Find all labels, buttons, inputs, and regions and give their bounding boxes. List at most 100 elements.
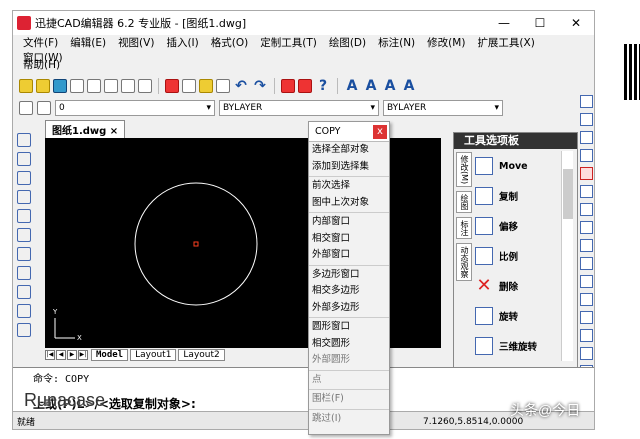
tool-3d-rotate[interactable]: 三维旋转 [475, 331, 561, 361]
line-icon[interactable] [17, 133, 31, 147]
array-icon[interactable] [580, 203, 593, 216]
stretch-icon[interactable] [580, 257, 593, 270]
menu-item-fence[interactable]: 围栏(F) [309, 391, 389, 408]
scale-small-icon[interactable] [580, 239, 593, 252]
paste-icon[interactable] [199, 79, 213, 93]
next-layout-icon[interactable]: ▶ [67, 350, 77, 360]
lineweight-dropdown[interactable]: BYLAYER ▾ [383, 100, 503, 116]
print-icon[interactable] [70, 79, 84, 93]
linetype-dropdown[interactable]: BYLAYER ▾ [219, 100, 379, 116]
menu-item-last-object[interactable]: 图中上次对象 [309, 195, 389, 212]
menu-item-polygon-outside[interactable]: 外部多边形 [309, 300, 389, 317]
delete-icon[interactable] [281, 79, 295, 93]
palette-tab-draw[interactable]: 绘图 [456, 191, 472, 214]
palette-tab-orbit[interactable]: 动态观察 [456, 243, 472, 282]
tool-rotate[interactable]: 旋转 [475, 301, 561, 331]
print-preview-icon[interactable] [87, 79, 101, 93]
extend-icon[interactable] [580, 293, 593, 306]
binoculars-icon[interactable] [138, 79, 152, 93]
menu-item-polygon-crossing[interactable]: 相交多边形 [309, 283, 389, 300]
tool-scale[interactable]: 比例 [475, 241, 561, 271]
scroll-thumb[interactable] [563, 169, 573, 219]
tab-layout2[interactable]: Layout2 [178, 349, 225, 361]
text-style-icon[interactable]: A [344, 78, 360, 94]
xline-icon[interactable] [17, 171, 31, 185]
palette-tab-modify[interactable]: 修改(M) [456, 152, 472, 188]
undo-icon[interactable]: ↶ [233, 78, 249, 94]
menu-modify[interactable]: 修改(M) [427, 35, 465, 50]
first-layout-icon[interactable]: |◀ [45, 350, 55, 360]
menu-item-window-outside[interactable]: 外部窗口 [309, 247, 389, 264]
menu-item-point[interactable]: 点 [309, 372, 389, 389]
arc-icon[interactable] [17, 228, 31, 242]
layer-dropdown[interactable]: 0 ▾ [55, 100, 215, 116]
redo-icon[interactable]: ↷ [252, 78, 268, 94]
menu-format[interactable]: 格式(O) [211, 35, 248, 50]
erase-icon[interactable] [298, 79, 312, 93]
menu-item-polygon-window[interactable]: 多边形窗口 [309, 267, 389, 284]
chamfer-icon[interactable] [580, 329, 593, 342]
new-icon[interactable] [19, 79, 33, 93]
ellipse-icon[interactable] [17, 247, 31, 261]
text-scale-icon[interactable]: A [382, 78, 398, 94]
find-icon[interactable] [104, 79, 118, 93]
tool-move[interactable]: Move [475, 151, 561, 181]
menu-item-circle-crossing[interactable]: 相交圆形 [309, 336, 389, 353]
rotate-small-icon[interactable] [580, 185, 593, 198]
text-align-icon[interactable]: A [401, 78, 417, 94]
menu-item-skip[interactable]: 跳过(I) [309, 411, 389, 428]
menu-help[interactable]: 帮助(H) [23, 59, 60, 71]
layer-manager-icon[interactable] [19, 101, 33, 115]
spline-icon[interactable] [17, 190, 31, 204]
tool-offset[interactable]: 偏移 [475, 211, 561, 241]
tab-close-icon[interactable]: × [110, 126, 118, 137]
tool-erase[interactable]: ✕ 删除 [475, 271, 561, 301]
tab-layout1[interactable]: Layout1 [130, 349, 177, 361]
menu-item-circle-window[interactable]: 圆形窗口 [309, 319, 389, 336]
mirror-icon[interactable] [580, 131, 593, 144]
menu-item-window-inside[interactable]: 内部窗口 [309, 214, 389, 231]
drawn-circle[interactable] [134, 182, 258, 306]
move-small-icon[interactable] [580, 221, 593, 234]
tool-copy[interactable]: 复制 [475, 181, 561, 211]
menu-item-window-crossing[interactable]: 相交窗口 [309, 231, 389, 248]
minimize-button[interactable]: — [486, 16, 522, 30]
spell-check-icon[interactable] [121, 79, 135, 93]
tab-drawing1[interactable]: 图纸1.dwg × [45, 120, 126, 138]
layer-states-icon[interactable] [37, 101, 51, 115]
help-icon[interactable]: ? [315, 78, 331, 94]
menu-item-previous[interactable]: 前次选择 [309, 178, 389, 195]
undo-small-icon[interactable] [580, 95, 593, 108]
trim-icon[interactable] [580, 275, 593, 288]
palette-tab-dimension[interactable]: 标注 [456, 217, 472, 240]
copy-icon[interactable] [182, 79, 196, 93]
menu-view[interactable]: 视图(V) [118, 35, 154, 50]
point-icon[interactable] [17, 285, 31, 299]
open-icon[interactable] [36, 79, 50, 93]
menu-item-select-all[interactable]: 选择全部对象 [309, 142, 389, 159]
menu-close-button[interactable]: x [373, 124, 387, 139]
offset-small-icon[interactable] [580, 149, 593, 162]
menu-extend[interactable]: 扩展工具(X) [477, 35, 534, 50]
break-icon[interactable] [580, 311, 593, 324]
maximize-button[interactable]: ☐ [522, 16, 558, 30]
region-icon[interactable] [17, 323, 31, 337]
menu-draw[interactable]: 绘图(D) [329, 35, 366, 50]
menu-tools[interactable]: 定制工具(T) [260, 35, 317, 50]
menu-item-circle-outside[interactable]: 外部圆形 [309, 352, 389, 369]
prev-layout-icon[interactable]: ◀ [56, 350, 66, 360]
menu-insert[interactable]: 插入(I) [166, 35, 198, 50]
save-icon[interactable] [53, 79, 67, 93]
polyline-icon[interactable] [17, 152, 31, 166]
close-button[interactable]: ✕ [558, 16, 594, 30]
rectangle-icon[interactable] [17, 266, 31, 280]
tab-model[interactable]: Model [91, 349, 129, 361]
text-edit-icon[interactable]: A [363, 78, 379, 94]
match-properties-icon[interactable] [216, 79, 230, 93]
menu-file[interactable]: 文件(F) [23, 35, 58, 50]
erase-small-icon[interactable] [580, 167, 593, 180]
circle-icon[interactable] [17, 209, 31, 223]
menu-edit[interactable]: 编辑(E) [70, 35, 106, 50]
hatch-icon[interactable] [17, 304, 31, 318]
cut-icon[interactable] [165, 79, 179, 93]
